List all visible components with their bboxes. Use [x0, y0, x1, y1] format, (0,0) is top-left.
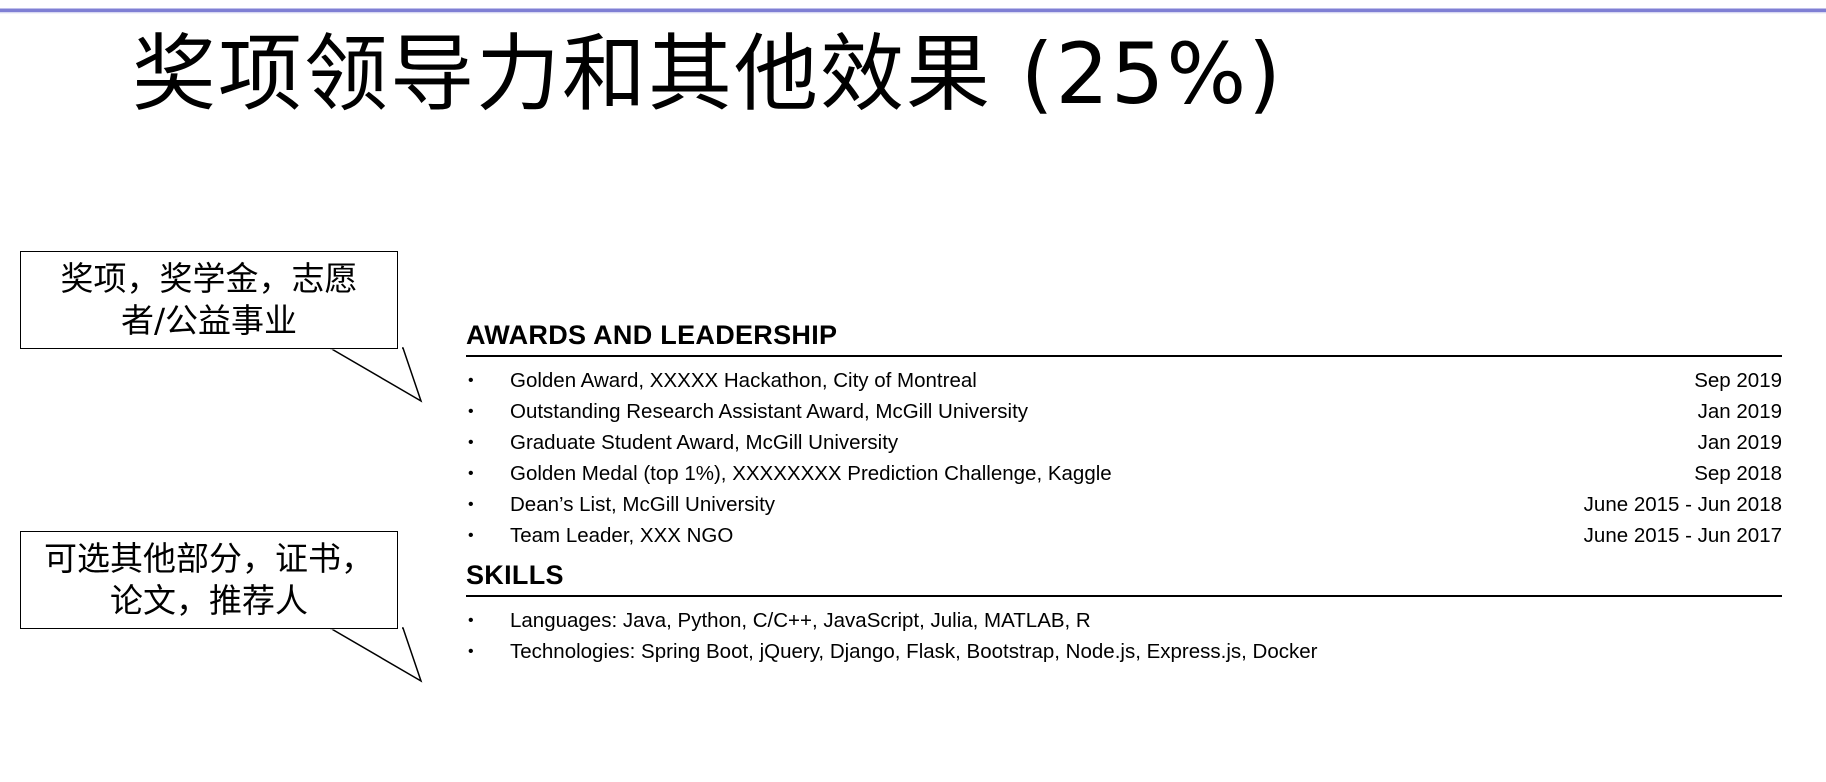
- skill-line: Languages: Java, Python, C/C++, JavaScri…: [510, 609, 1091, 632]
- list-item: • Dean’s List, McGill University June 20…: [466, 489, 1782, 520]
- award-date: June 2015 - Jun 2018: [1583, 493, 1782, 516]
- bullet-icon: •: [468, 612, 474, 629]
- list-item: • Golden Medal (top 1%), XXXXXXXX Predic…: [466, 458, 1782, 489]
- skills-section: SKILLS • Languages: Java, Python, C/C++,…: [466, 560, 1782, 667]
- award-date: Sep 2018: [1694, 462, 1782, 485]
- bullet-icon: •: [468, 403, 474, 420]
- section-heading-skills: SKILLS: [466, 560, 1782, 597]
- callout-text-line1: 可选其他部分，证书，: [44, 539, 374, 578]
- award-date: Jan 2019: [1697, 400, 1782, 423]
- slide-top-rule: [0, 0, 1826, 14]
- award-title: Golden Medal (top 1%), XXXXXXXX Predicti…: [510, 462, 1112, 485]
- bullet-icon: •: [468, 643, 474, 660]
- award-date: June 2015 - Jun 2017: [1583, 524, 1782, 547]
- bullet-icon: •: [468, 465, 474, 482]
- section-heading-awards: AWARDS AND LEADERSHIP: [466, 320, 1782, 357]
- award-title: Golden Award, XXXXX Hackathon, City of M…: [510, 369, 977, 392]
- list-item: • Languages: Java, Python, C/C++, JavaSc…: [466, 605, 1782, 636]
- award-title: Dean’s List, McGill University: [510, 493, 776, 516]
- resume-excerpt: AWARDS AND LEADERSHIP • Golden Award, XX…: [466, 320, 1782, 667]
- award-date: Jan 2019: [1697, 431, 1782, 454]
- list-item: • Technologies: Spring Boot, jQuery, Dja…: [466, 636, 1782, 667]
- awards-section: AWARDS AND LEADERSHIP • Golden Award, XX…: [466, 320, 1782, 551]
- slide-title: 奖项领导力和其他效果 (25%): [132, 25, 1283, 123]
- award-title: Outstanding Research Assistant Award, Mc…: [510, 400, 1029, 423]
- list-item: • Team Leader, XXX NGO June 2015 - Jun 2…: [466, 520, 1782, 551]
- callout-box: 可选其他部分，证书， 论文，推荐人: [20, 531, 398, 629]
- list-item: • Outstanding Research Assistant Award, …: [466, 396, 1782, 427]
- award-date: Sep 2019: [1694, 369, 1782, 392]
- bullet-icon: •: [468, 527, 474, 544]
- list-item: • Golden Award, XXXXX Hackathon, City of…: [466, 365, 1782, 396]
- skills-list: • Languages: Java, Python, C/C++, JavaSc…: [466, 605, 1782, 667]
- callout-text-line2: 者/公益事业: [120, 301, 298, 340]
- award-title: Team Leader, XXX NGO: [510, 524, 734, 547]
- award-title: Graduate Student Award, McGill Universit…: [510, 431, 899, 454]
- bullet-icon: •: [468, 372, 474, 389]
- callout-text-line2: 论文，推荐人: [110, 581, 308, 620]
- bullet-icon: •: [468, 496, 474, 513]
- list-item: • Graduate Student Award, McGill Univers…: [466, 427, 1782, 458]
- skill-line: Technologies: Spring Boot, jQuery, Djang…: [510, 640, 1318, 663]
- callout-box: 奖项，奖学金，志愿 者/公益事业: [20, 251, 398, 349]
- awards-list: • Golden Award, XXXXX Hackathon, City of…: [466, 365, 1782, 551]
- bullet-icon: •: [468, 434, 474, 451]
- callout-text-line1: 奖项，奖学金，志愿: [60, 259, 358, 298]
